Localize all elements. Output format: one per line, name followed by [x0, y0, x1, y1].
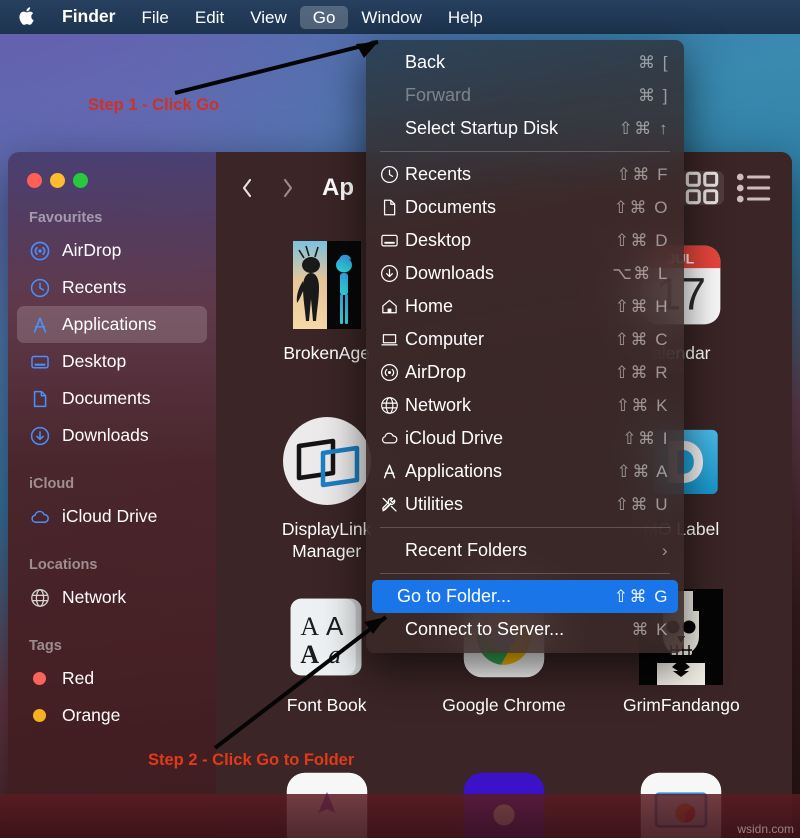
arrow-step-2	[213, 615, 388, 750]
annotation-step-2: Step 2 - Click Go to Folder	[148, 751, 355, 769]
annotation-step-1: Step 1 - Click Go	[88, 96, 220, 114]
watermark: wsidn.com	[737, 822, 794, 836]
